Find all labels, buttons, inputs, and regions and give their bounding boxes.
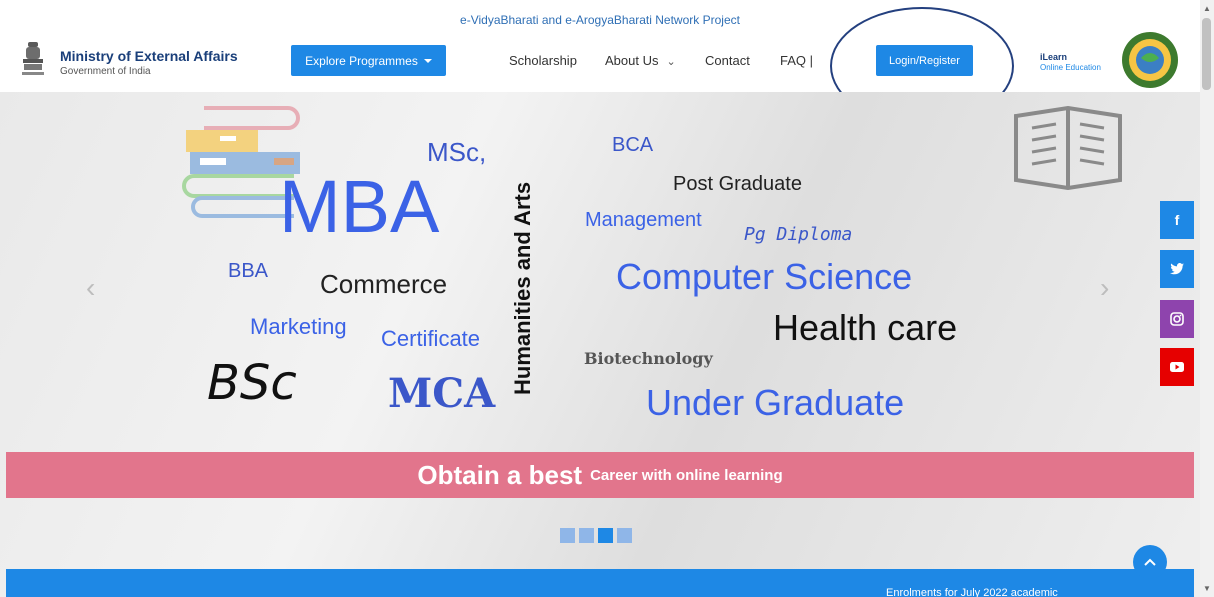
- carousel-prev-arrow-icon[interactable]: ‹: [86, 272, 95, 304]
- nav-contact[interactable]: Contact: [705, 53, 750, 68]
- site-header: e-VidyaBharati and e-ArogyaBharati Netwo…: [0, 0, 1200, 125]
- word-biotechnology: Biotechnology: [584, 349, 713, 368]
- banner-headline: Obtain a best: [417, 459, 583, 490]
- carousel-next-arrow-icon[interactable]: ›: [1100, 272, 1109, 304]
- carousel-dot-3[interactable]: [598, 528, 613, 543]
- carousel-dot-1[interactable]: [560, 528, 575, 543]
- scrollbar-thumb[interactable]: [1202, 18, 1211, 90]
- word-pg-diploma: Pg Diploma: [744, 224, 853, 245]
- word-under-graduate: Under Graduate: [646, 382, 905, 423]
- word-post-graduate: Post Graduate: [673, 173, 802, 195]
- carousel-indicators: [560, 528, 632, 543]
- scroll-to-top-button[interactable]: [1133, 545, 1167, 579]
- nav-scholarship[interactable]: Scholarship: [509, 53, 577, 68]
- word-humanities-and-arts: Humanities and Arts: [510, 181, 535, 395]
- career-banner: Obtain a best Career with online learnin…: [6, 452, 1194, 498]
- word-computer-science: Computer Science: [616, 256, 913, 297]
- carousel-dot-4[interactable]: [617, 528, 632, 543]
- word-management: Management: [585, 209, 702, 231]
- brand-subtitle: Government of India: [60, 66, 151, 77]
- twitter-icon[interactable]: [1160, 250, 1194, 288]
- caret-down-icon: [423, 58, 432, 63]
- enrolment-strip: Enrolments for July 2022 academic: [6, 569, 1194, 597]
- word-bsc: BSc: [207, 355, 297, 411]
- brand-title[interactable]: Ministry of External Affairs: [60, 48, 238, 64]
- youtube-icon[interactable]: [1160, 348, 1194, 386]
- top-caption: e-VidyaBharati and e-ArogyaBharati Netwo…: [460, 13, 740, 27]
- evbab-seal-logo: [1122, 32, 1178, 88]
- carousel-dot-2[interactable]: [579, 528, 594, 543]
- open-book-icon: [1014, 106, 1122, 190]
- word-mba: MBA: [279, 165, 440, 248]
- word-health-care: Health care: [773, 307, 958, 348]
- explore-programmes-button[interactable]: Explore Programmes: [291, 45, 446, 76]
- chevron-down-icon: ⌄: [666, 56, 676, 68]
- word-msc: MSc,: [427, 137, 487, 167]
- nav-faq[interactable]: FAQ |: [780, 53, 813, 68]
- explore-programmes-label: Explore Programmes: [305, 53, 418, 68]
- scroll-down-arrow-icon[interactable]: ▼: [1203, 584, 1211, 593]
- word-mca: MCA: [388, 370, 496, 417]
- nav-about-us[interactable]: About Us ⌄: [605, 53, 676, 68]
- word-bba: BBA: [228, 260, 269, 282]
- enrolment-notice[interactable]: Enrolments for July 2022 academic: [886, 587, 1058, 597]
- word-marketing: Marketing: [250, 314, 347, 339]
- scroll-up-arrow-icon[interactable]: ▲: [1203, 4, 1211, 13]
- chevron-up-icon: [1144, 558, 1156, 566]
- instagram-camera-icon: [1170, 312, 1184, 326]
- page-scrollbar[interactable]: ▲ ▼: [1200, 0, 1214, 597]
- hero-carousel: MSc, MBA BBA Commerce Marketing Certific…: [0, 92, 1200, 597]
- ilearn-subtitle: Online Education: [1040, 63, 1101, 72]
- word-bca: BCA: [612, 134, 654, 156]
- word-certificate: Certificate: [381, 326, 481, 351]
- facebook-icon[interactable]: f: [1160, 201, 1194, 239]
- twitter-bird-icon: [1170, 263, 1184, 275]
- india-emblem-icon: [22, 42, 44, 75]
- word-commerce: Commerce: [320, 269, 448, 299]
- youtube-play-icon: [1170, 362, 1184, 372]
- instagram-icon[interactable]: [1160, 300, 1194, 338]
- nav-about-us-label: About Us: [605, 53, 659, 68]
- ilearn-title[interactable]: iLearn: [1040, 52, 1067, 62]
- page: e-VidyaBharati and e-ArogyaBharati Netwo…: [0, 0, 1200, 597]
- banner-tagline: Career with online learning: [590, 466, 783, 484]
